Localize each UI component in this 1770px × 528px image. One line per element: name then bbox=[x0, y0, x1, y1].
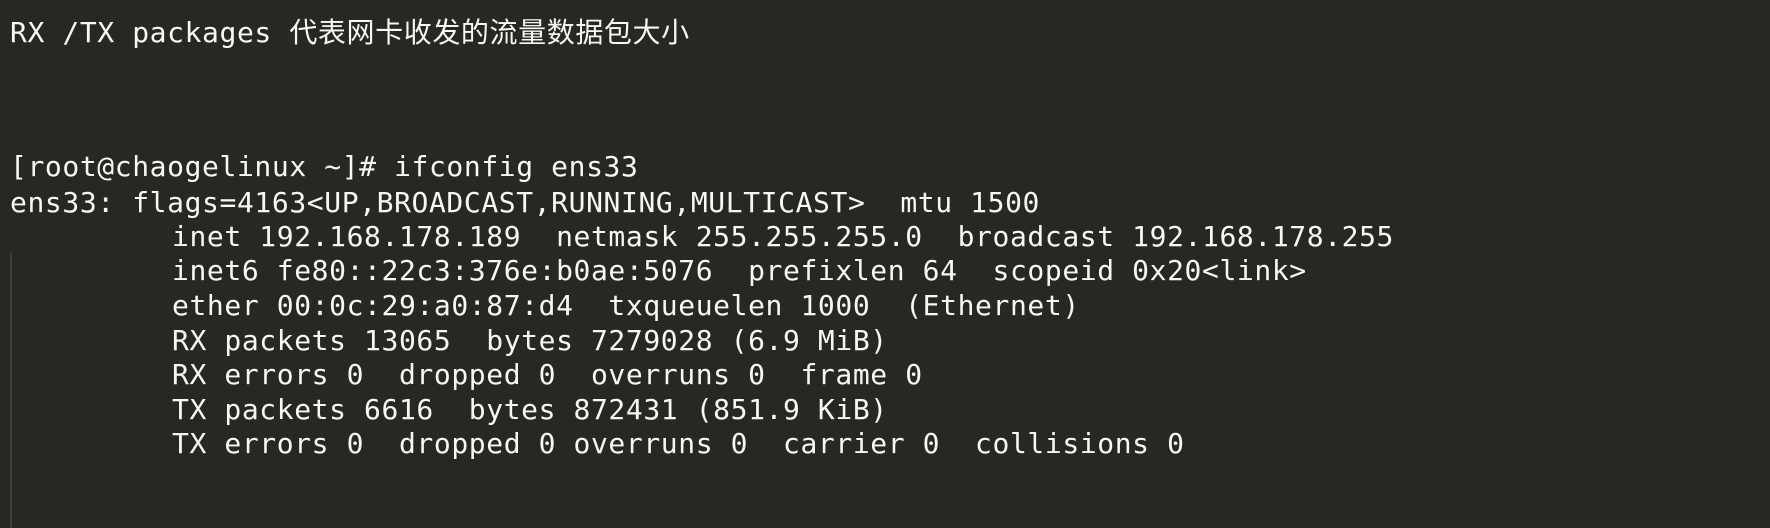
rx-errors-line: RX errors 0 dropped 0 overruns 0 frame 0 bbox=[172, 358, 923, 391]
inet6-line: inet6 fe80::22c3:376e:b0ae:5076 prefixle… bbox=[172, 254, 1307, 287]
annotation-text: RX /TX packages 代表网卡收发的流量数据包大小 bbox=[10, 16, 690, 49]
indent-guide bbox=[10, 252, 12, 528]
inet-line: inet 192.168.178.189 netmask 255.255.255… bbox=[172, 220, 1395, 253]
tx-errors-line: TX errors 0 dropped 0 overruns 0 carrier… bbox=[172, 427, 1185, 460]
rx-packets-line: RX packets 13065 bytes 7279028 (6.9 MiB) bbox=[172, 324, 888, 357]
terminal-window[interactable]: RX /TX packages 代表网卡收发的流量数据包大小 [root@cha… bbox=[0, 0, 1770, 528]
tx-packets-line: TX packets 6616 bytes 872431 (851.9 KiB) bbox=[172, 393, 888, 426]
command-prompt-line: [root@chaogelinux ~]# ifconfig ens33 bbox=[10, 150, 639, 183]
ether-line: ether 00:0c:29:a0:87:d4 txqueuelen 1000 … bbox=[172, 289, 1080, 322]
ifconfig-header-line: ens33: flags=4163<UP,BROADCAST,RUNNING,M… bbox=[10, 186, 1040, 219]
